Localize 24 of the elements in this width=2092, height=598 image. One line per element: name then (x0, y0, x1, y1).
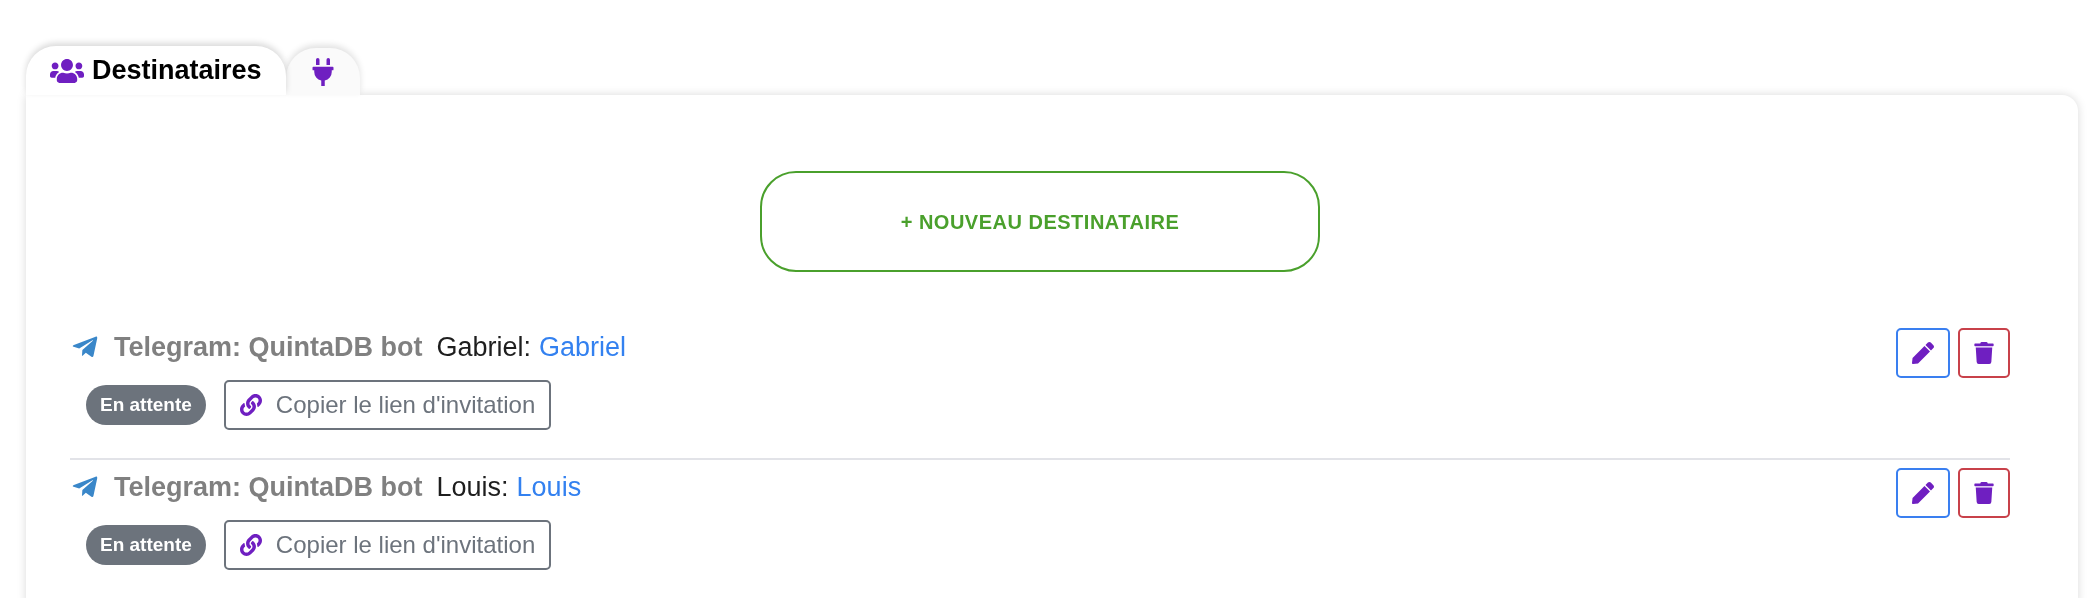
service-name: Telegram: QuintaDB bot (114, 470, 423, 504)
recipient-label: Louis: (436, 470, 509, 504)
trash-icon (1974, 342, 1994, 364)
pencil-icon (1912, 482, 1934, 504)
tab[interactable] (285, 48, 360, 95)
link-icon (239, 534, 262, 556)
users-icon (50, 56, 84, 85)
copy-invite-link-button[interactable]: Copier le lien d'invitation (223, 520, 552, 570)
recipient-label: Gabriel: (436, 330, 532, 364)
tab[interactable]: Destinataires (26, 46, 286, 95)
edit-button[interactable] (1896, 468, 1950, 518)
edit-button[interactable] (1896, 328, 1950, 378)
recipient-link[interactable]: Louis (516, 466, 582, 508)
status-badge: En attente (86, 385, 206, 425)
link-icon (239, 394, 262, 416)
delete-button[interactable] (1958, 468, 2010, 518)
delete-button[interactable] (1958, 328, 2010, 378)
status-badge: En attente (86, 525, 206, 565)
recipient-link[interactable]: Gabriel (539, 326, 627, 368)
copy-invite-link-button[interactable]: Copier le lien d'invitation (223, 380, 552, 430)
service-name: Telegram: QuintaDB bot (114, 330, 423, 364)
new-recipient-button[interactable]: + NOUVEAU DESTINATAIRE (760, 171, 1320, 272)
trash-icon (1974, 482, 1994, 504)
pencil-icon (1912, 342, 1934, 364)
